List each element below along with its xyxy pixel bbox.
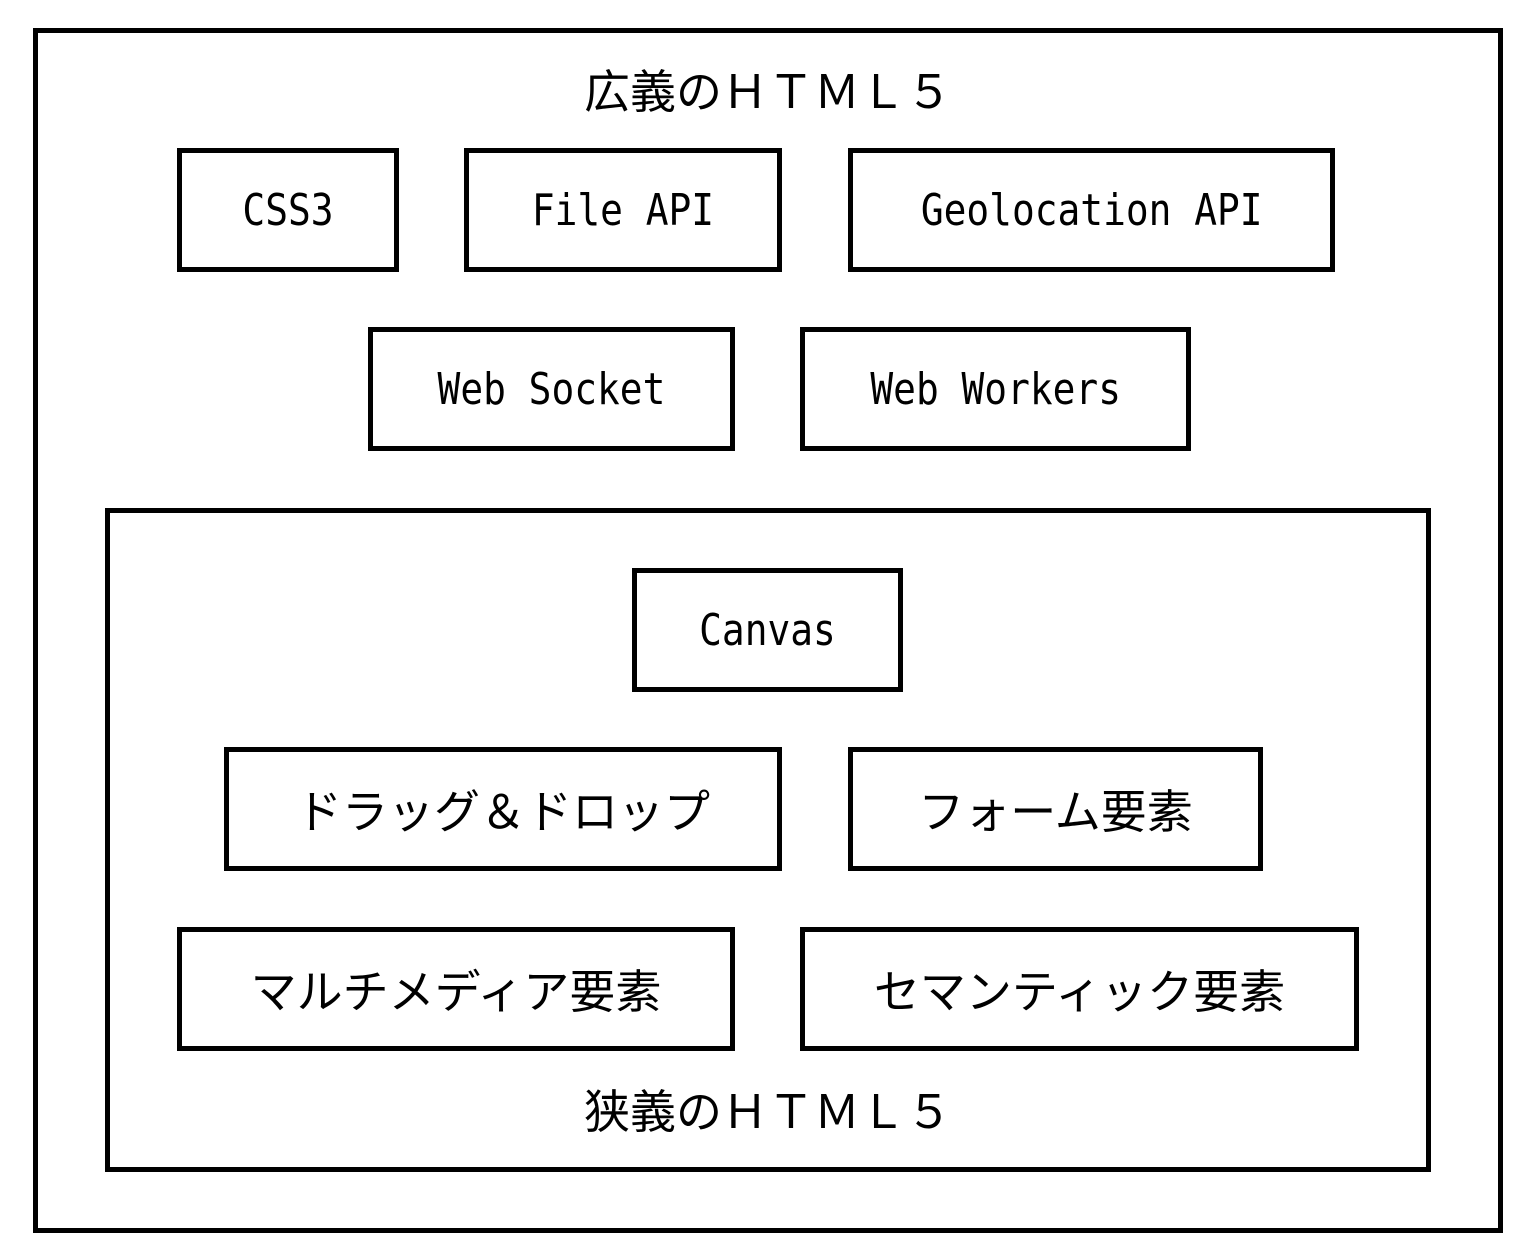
box-geolocation-api: Geolocation API	[848, 148, 1335, 272]
box-multimedia-elements: マルチメディア要素	[177, 927, 735, 1051]
inner-title: 狭義のＨＴＭＬ５	[105, 1076, 1431, 1142]
box-semantic-elements-label: セマンティック要素	[873, 965, 1286, 1019]
box-geolocation-api-label: Geolocation API	[920, 184, 1263, 236]
box-web-socket: Web Socket	[368, 327, 735, 451]
inner-title-text: 狭義のＨＴＭＬ５	[584, 1085, 952, 1139]
box-css3: CSS3	[177, 148, 399, 272]
box-css3-label: CSS3	[242, 184, 334, 236]
box-canvas-label: Canvas	[699, 604, 836, 656]
box-file-api: File API	[464, 148, 782, 272]
box-canvas: Canvas	[632, 568, 903, 692]
box-file-api-label: File API	[531, 184, 715, 236]
box-form-elements: フォーム要素	[848, 747, 1263, 871]
box-web-workers: Web Workers	[800, 327, 1191, 451]
box-drag-and-drop: ドラッグ＆ドロップ	[224, 747, 782, 871]
box-web-socket-label: Web Socket	[437, 363, 666, 415]
box-multimedia-elements-label: マルチメディア要素	[250, 965, 662, 1019]
box-semantic-elements: セマンティック要素	[800, 927, 1359, 1051]
outer-title-text: 広義のＨＴＭＬ５	[584, 65, 952, 119]
outer-title: 広義のＨＴＭＬ５	[33, 56, 1503, 122]
box-drag-and-drop-label: ドラッグ＆ドロップ	[296, 785, 710, 839]
box-form-elements-label: フォーム要素	[918, 785, 1193, 839]
box-web-workers-label: Web Workers	[870, 363, 1121, 415]
